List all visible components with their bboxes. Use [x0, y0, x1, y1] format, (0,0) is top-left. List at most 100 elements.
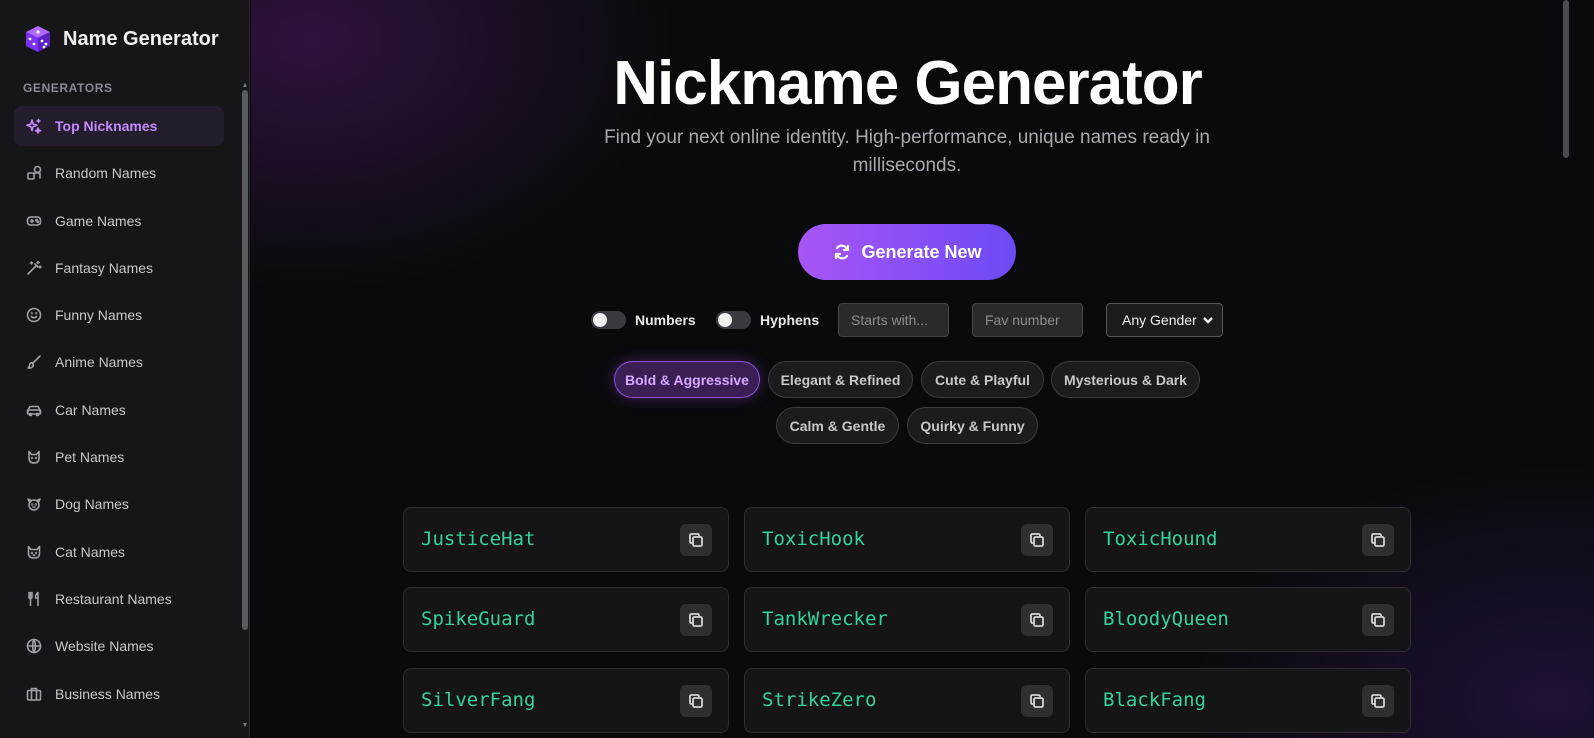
starts-with-input[interactable]	[838, 303, 949, 337]
name-card: ToxicHound	[1085, 507, 1411, 572]
name-card: BloodyQueen	[1085, 587, 1411, 652]
copy-icon	[1371, 694, 1385, 708]
name-card: TankWrecker	[744, 587, 1070, 652]
brush-icon	[26, 354, 42, 370]
scroll-down-arrow-icon[interactable]: ▼	[241, 722, 249, 730]
name-text[interactable]: BlackFang	[1103, 689, 1206, 711]
page-title: Nickname Generator	[613, 49, 1202, 118]
style-chip-cute-playful[interactable]: Cute & Playful	[921, 361, 1044, 398]
copy-icon	[1371, 613, 1385, 627]
brand[interactable]: Name Generator	[23, 24, 219, 54]
style-chip-bold-aggressive[interactable]: Bold & Aggressive	[614, 361, 760, 398]
copy-button[interactable]	[1362, 685, 1394, 717]
main-scroll-thumb[interactable]	[1563, 0, 1569, 158]
name-text[interactable]: ToxicHound	[1103, 528, 1217, 550]
sidebar-item-label: Business Names	[55, 685, 161, 702]
sidebar-scroll-thumb[interactable]	[242, 90, 248, 630]
numbers-toggle[interactable]: Numbers	[591, 303, 696, 337]
toggle-switch[interactable]	[591, 311, 626, 329]
sidebar-item-pet-names[interactable]: Pet Names	[14, 437, 224, 477]
pet-icon	[26, 449, 42, 465]
hyphens-toggle-label: Hyphens	[760, 312, 820, 328]
copy-button[interactable]	[680, 604, 712, 636]
sidebar: Name Generator GENERATORS Top Nicknames …	[0, 0, 250, 738]
style-chip-elegant-refined[interactable]: Elegant & Refined	[768, 361, 913, 398]
name-text[interactable]: JusticeHat	[421, 528, 535, 550]
copy-button[interactable]	[1021, 604, 1053, 636]
style-chip-mysterious-dark[interactable]: Mysterious & Dark	[1051, 361, 1200, 398]
sidebar-item-website-names[interactable]: Website Names	[14, 626, 224, 666]
name-card: SpikeGuard	[403, 587, 729, 652]
generate-new-button[interactable]: Generate New	[798, 224, 1016, 280]
sidebar-item-label: Website Names	[55, 638, 154, 655]
name-card: BlackFang	[1085, 668, 1411, 733]
copy-icon	[1371, 533, 1385, 547]
sidebar-item-game-names[interactable]: Game Names	[14, 201, 224, 241]
copy-button[interactable]	[1021, 524, 1053, 556]
sidebar-item-label: Car Names	[55, 401, 126, 418]
sidebar-item-label: Dog Names	[55, 496, 129, 513]
sparkles-icon	[26, 118, 42, 134]
car-icon	[26, 402, 42, 418]
numbers-toggle-label: Numbers	[635, 312, 696, 328]
sidebar-item-fantasy-names[interactable]: Fantasy Names	[14, 248, 224, 288]
copy-button[interactable]	[1021, 685, 1053, 717]
name-text[interactable]: SpikeGuard	[421, 608, 535, 630]
name-text[interactable]: TankWrecker	[762, 608, 888, 630]
page-subtitle: Find your next online identity. High-per…	[604, 127, 1210, 176]
copy-icon	[689, 613, 703, 627]
toggle-switch[interactable]	[716, 311, 751, 329]
sidebar-item-label: Pet Names	[55, 449, 125, 466]
style-chip-quirky-funny[interactable]: Quirky & Funny	[907, 407, 1038, 444]
section-label: GENERATORS	[23, 81, 113, 95]
sidebar-item-cat-names[interactable]: Cat Names	[14, 532, 224, 572]
sidebar-item-label: Random Names	[55, 165, 157, 182]
sidebar-item-label: Anime Names	[55, 354, 143, 371]
sidebar-item-label: Game Names	[55, 212, 142, 229]
sidebar-item-business-names[interactable]: Business Names	[14, 674, 224, 714]
sidebar-nav: Top Nicknames Random Names Game Names Fa…	[14, 106, 224, 721]
gender-select[interactable]: Any Gender	[1106, 303, 1223, 337]
name-card: StrikeZero	[744, 668, 1070, 733]
scroll-up-arrow-icon[interactable]: ▲	[241, 82, 249, 90]
sidebar-item-label: Cat Names	[55, 543, 126, 560]
chevron-down-icon	[1202, 313, 1214, 325]
sidebar-item-label: Funny Names	[55, 307, 143, 324]
wand-icon	[26, 260, 42, 276]
sidebar-item-label: Fantasy Names	[55, 259, 154, 276]
shapes-icon	[26, 165, 42, 181]
sidebar-scrollbar[interactable]: ▲ ▼	[241, 82, 249, 730]
cat-icon	[26, 544, 42, 560]
copy-icon	[1030, 694, 1044, 708]
sidebar-item-random-names[interactable]: Random Names	[14, 153, 224, 193]
name-text[interactable]: BloodyQueen	[1103, 608, 1229, 630]
refresh-icon	[835, 244, 850, 260]
sidebar-item-dog-names[interactable]: Dog Names	[14, 484, 224, 524]
name-text[interactable]: ToxicHook	[762, 528, 865, 550]
style-chip-calm-gentle[interactable]: Calm & Gentle	[776, 407, 899, 444]
fav-number-input[interactable]	[972, 303, 1083, 337]
name-card: JusticeHat	[403, 507, 729, 572]
sidebar-item-anime-names[interactable]: Anime Names	[14, 342, 224, 382]
sidebar-item-funny-names[interactable]: Funny Names	[14, 295, 224, 335]
dice-icon	[23, 24, 53, 54]
name-card: ToxicHook	[744, 507, 1070, 572]
dog-icon	[26, 496, 42, 512]
sidebar-item-car-names[interactable]: Car Names	[14, 390, 224, 430]
copy-button[interactable]	[680, 685, 712, 717]
brand-title: Name Generator	[63, 27, 219, 50]
gamepad-icon	[26, 213, 42, 229]
copy-button[interactable]	[1362, 604, 1394, 636]
copy-icon	[1030, 613, 1044, 627]
hyphens-toggle[interactable]: Hyphens	[716, 303, 819, 337]
name-text[interactable]: StrikeZero	[762, 689, 876, 711]
copy-button[interactable]	[1362, 524, 1394, 556]
main-scrollbar[interactable]	[1562, 0, 1570, 738]
copy-icon	[1030, 533, 1044, 547]
sidebar-item-top-nicknames[interactable]: Top Nicknames	[14, 106, 224, 146]
smile-icon	[26, 307, 42, 323]
name-card: SilverFang	[403, 668, 729, 733]
copy-button[interactable]	[680, 524, 712, 556]
sidebar-item-restaurant-names[interactable]: Restaurant Names	[14, 579, 224, 619]
name-text[interactable]: SilverFang	[421, 689, 535, 711]
